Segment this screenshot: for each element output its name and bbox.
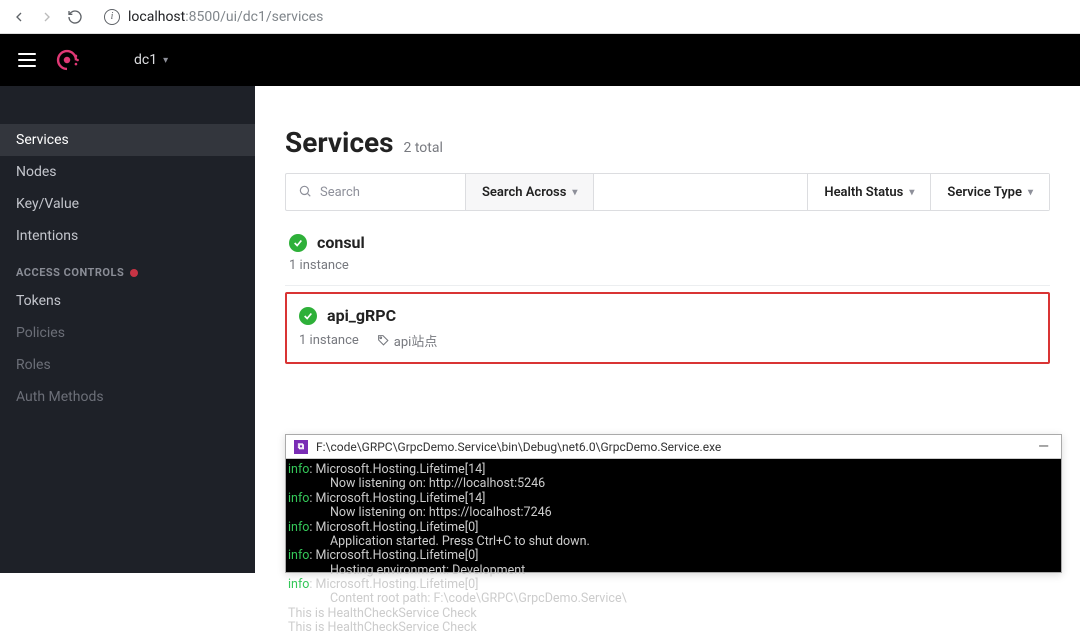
terminal-body[interactable]: info: Microsoft.Hosting.Lifetime[14]Now … [286, 459, 1061, 640]
terminal-titlebar[interactable]: ⧉ F:\code\GRPC\GrpcDemo.Service\bin\Debu… [286, 435, 1061, 459]
sidebar-item-label: Auth Methods [16, 389, 104, 405]
sidebar-heading-label: ACCESS CONTROLS [16, 266, 124, 279]
service-tag: api站点 [377, 331, 438, 350]
sidebar-item-label: Roles [16, 357, 51, 373]
nav-back-button[interactable] [10, 8, 28, 26]
chevron-down-icon: ▾ [909, 187, 914, 198]
page-heading-row: Services 2 total [285, 126, 1050, 159]
service-list: consul 1 instance api_gRPC 1 instance [285, 221, 1050, 364]
filter-label: Search Across [482, 185, 566, 200]
terminal-app-icon: ⧉ [294, 440, 308, 454]
search-icon [298, 183, 312, 202]
sidebar-item-roles: Roles [0, 349, 255, 381]
search-input[interactable] [320, 185, 453, 200]
filter-label: Health Status [824, 185, 903, 200]
filter-label: Service Type [947, 185, 1022, 200]
consul-logo-icon [54, 47, 80, 73]
service-name: api_gRPC [327, 306, 396, 325]
nav-forward-button[interactable] [38, 8, 56, 26]
alert-dot-icon [130, 269, 138, 277]
sidebar-item-label: Tokens [16, 293, 61, 309]
page-title: Services [285, 126, 394, 159]
service-row[interactable]: consul 1 instance [285, 221, 1050, 286]
sidebar-item-intentions[interactable]: Intentions [0, 220, 255, 252]
datacenter-switcher[interactable]: dc1 ▾ [134, 52, 168, 68]
terminal-minimize-button[interactable]: — [1034, 439, 1053, 455]
chevron-down-icon: ▾ [163, 55, 168, 66]
sidebar-item-label: Policies [16, 325, 65, 341]
url-bar[interactable]: i localhost:8500/ui/dc1/services [94, 3, 1070, 31]
status-passing-icon [289, 234, 307, 252]
browser-chrome: i localhost:8500/ui/dc1/services [0, 0, 1080, 34]
nav-reload-button[interactable] [66, 8, 84, 26]
sidebar-item-policies: Policies [0, 317, 255, 349]
chevron-down-icon: ▾ [1028, 187, 1033, 198]
sidebar-item-label: Services [16, 132, 69, 148]
datacenter-label: dc1 [134, 52, 157, 68]
terminal-window: ⧉ F:\code\GRPC\GrpcDemo.Service\bin\Debu… [285, 434, 1062, 573]
sidebar-item-authmethods: Auth Methods [0, 381, 255, 413]
sidebar: Services Nodes Key/Value Intentions ACCE… [0, 86, 255, 573]
terminal-title-text: F:\code\GRPC\GrpcDemo.Service\bin\Debug\… [316, 440, 1026, 454]
menu-toggle-button[interactable] [18, 53, 36, 67]
search-box [286, 174, 466, 210]
tag-icon [377, 334, 390, 347]
search-across-dropdown[interactable]: Search Across ▾ [466, 174, 594, 210]
sidebar-item-label: Key/Value [16, 196, 79, 212]
sidebar-item-tokens[interactable]: Tokens [0, 285, 255, 317]
sidebar-item-label: Intentions [16, 228, 78, 244]
sidebar-item-nodes[interactable]: Nodes [0, 156, 255, 188]
service-instances: 1 instance [289, 258, 349, 273]
sidebar-heading-access: ACCESS CONTROLS [0, 252, 255, 285]
page-subtitle: 2 total [404, 140, 443, 156]
main-area: Services 2 total Search Across ▾ Health … [255, 86, 1080, 573]
sidebar-item-services[interactable]: Services [0, 124, 255, 156]
sidebar-item-keyvalue[interactable]: Key/Value [0, 188, 255, 220]
site-info-icon[interactable]: i [104, 9, 120, 25]
filter-row: Search Across ▾ Health Status ▾ Service … [285, 173, 1050, 211]
service-type-dropdown[interactable]: Service Type ▾ [931, 174, 1049, 210]
health-status-dropdown[interactable]: Health Status ▾ [807, 174, 931, 210]
service-row[interactable]: api_gRPC 1 instance api站点 [285, 292, 1050, 364]
app-topbar: dc1 ▾ [0, 34, 1080, 86]
service-instances: 1 instance [299, 333, 359, 348]
url-text: localhost:8500/ui/dc1/services [128, 9, 323, 25]
status-passing-icon [299, 307, 317, 325]
chevron-down-icon: ▾ [572, 187, 577, 198]
service-tag-label: api站点 [394, 331, 438, 350]
service-name: consul [317, 233, 365, 252]
sidebar-item-label: Nodes [16, 164, 57, 180]
